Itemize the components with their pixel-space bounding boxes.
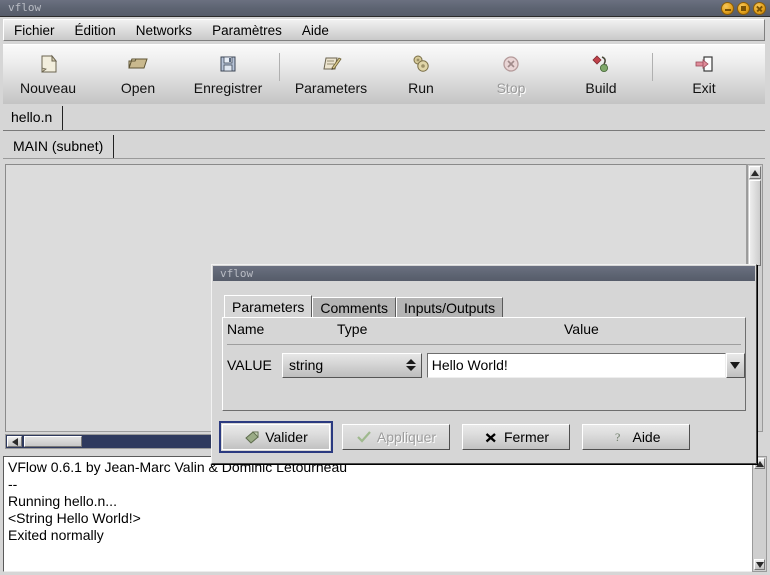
console-output[interactable]: VFlow 0.6.1 by Jean-Marc Valin & Dominic… bbox=[3, 456, 765, 572]
toolbar-separator-2 bbox=[652, 53, 653, 81]
subnet-tab-underline bbox=[3, 158, 765, 159]
table-header-divider bbox=[227, 344, 741, 345]
parameter-value-text: Hello World! bbox=[431, 357, 508, 373]
fermer-button[interactable]: Fermer bbox=[462, 424, 570, 450]
select-spinner-arrows-icon[interactable] bbox=[404, 357, 418, 374]
toolbar-button-nouveau[interactable]: Nouveau bbox=[3, 45, 93, 103]
toolbar-label-run: Run bbox=[408, 80, 434, 96]
toolbar-label-build: Build bbox=[585, 80, 617, 96]
subnet-tab-bar: MAIN (subnet) bbox=[3, 132, 765, 160]
stop-circle-icon bbox=[499, 51, 523, 77]
svg-text:?: ? bbox=[615, 430, 620, 444]
file-tab-bar: hello.n bbox=[3, 104, 765, 132]
aide-button-label: Aide bbox=[632, 429, 661, 445]
validate-tag-icon bbox=[244, 430, 260, 444]
appliquer-button[interactable]: Appliquer bbox=[342, 424, 450, 450]
menu-bar: Fichier Édition Networks Paramètres Aide bbox=[3, 19, 765, 41]
window-title-bar: vflow bbox=[0, 0, 770, 17]
toolbar-button-exit[interactable]: Exit bbox=[659, 45, 749, 103]
parameter-type-selected-value: string bbox=[288, 357, 324, 373]
new-document-icon bbox=[36, 51, 60, 77]
window-title: vflow bbox=[8, 1, 42, 14]
scroll-left-arrow-icon[interactable] bbox=[7, 436, 22, 447]
console-line: -- bbox=[8, 476, 18, 492]
menu-item-aide[interactable]: Aide bbox=[292, 21, 339, 40]
toolbar-label-nouveau: Nouveau bbox=[19, 80, 77, 96]
build-shapes-icon bbox=[589, 51, 613, 77]
toolbar-label-enregistrer: Enregistrer bbox=[193, 80, 263, 96]
help-question-icon: ? bbox=[611, 430, 627, 444]
column-header-type: Type bbox=[337, 321, 368, 337]
minimize-button[interactable] bbox=[721, 2, 734, 15]
fermer-button-label: Fermer bbox=[503, 429, 550, 445]
appliquer-button-label: Appliquer bbox=[376, 429, 437, 445]
open-folder-icon bbox=[126, 51, 150, 77]
window-controls bbox=[721, 2, 766, 15]
table-row: VALUE string Hello World! bbox=[227, 351, 745, 379]
toolbar-label-parameters: Parameters bbox=[294, 80, 368, 96]
parameter-name-value: VALUE bbox=[227, 357, 272, 373]
console-line: Exited normally bbox=[8, 527, 104, 543]
toolbar-label-stop: Stop bbox=[496, 80, 526, 96]
close-button[interactable] bbox=[753, 2, 766, 15]
aide-button[interactable]: ? Aide bbox=[582, 424, 690, 450]
toolbar-button-stop[interactable]: Stop bbox=[466, 45, 556, 103]
parameters-pencil-icon bbox=[319, 51, 343, 77]
toolbar-button-enregistrer[interactable]: Enregistrer bbox=[183, 45, 273, 103]
dialog-title: vflow bbox=[220, 267, 254, 280]
toolbar-label-open: Open bbox=[120, 80, 156, 96]
chevron-down-icon bbox=[730, 361, 741, 369]
file-tab-hello-n[interactable]: hello.n bbox=[5, 106, 64, 130]
main-toolbar: Nouveau Open Enregistrer Parameters Run … bbox=[3, 44, 765, 104]
vertical-scroll-thumb[interactable] bbox=[749, 180, 761, 266]
toolbar-button-parameters[interactable]: Parameters bbox=[286, 45, 376, 103]
toolbar-button-open[interactable]: Open bbox=[93, 45, 183, 103]
parameters-tab-panel: Name Type Value VALUE string Hello World… bbox=[222, 317, 746, 411]
console-line: Running hello.n... bbox=[8, 493, 117, 509]
tab-comments[interactable]: Comments bbox=[312, 297, 397, 319]
valider-button-label: Valider bbox=[265, 429, 308, 445]
console-line: <String Hello World!> bbox=[8, 510, 141, 526]
dialog-body: Parameters Comments Inputs/Outputs Name … bbox=[217, 285, 751, 459]
close-x-icon bbox=[483, 430, 499, 444]
menu-item-fichier[interactable]: Fichier bbox=[4, 21, 65, 40]
menu-item-parametres[interactable]: Paramètres bbox=[202, 21, 292, 40]
exit-door-icon bbox=[692, 51, 716, 77]
tab-parameters[interactable]: Parameters bbox=[224, 295, 313, 319]
dialog-title-bar: vflow bbox=[213, 266, 755, 281]
horizontal-scroll-thumb[interactable] bbox=[24, 436, 82, 447]
apply-check-icon bbox=[356, 430, 372, 444]
tab-inputs-outputs[interactable]: Inputs/Outputs bbox=[396, 297, 504, 319]
console-vertical-scrollbar[interactable] bbox=[752, 456, 767, 572]
maximize-button[interactable] bbox=[737, 2, 750, 15]
parameters-table-header: Name Type Value bbox=[227, 321, 741, 341]
parameter-type-select[interactable]: string bbox=[281, 352, 422, 378]
node-properties-dialog: vflow Parameters Comments Inputs/Outputs… bbox=[211, 264, 757, 464]
scroll-up-arrow-icon[interactable] bbox=[749, 166, 761, 179]
column-header-name: Name bbox=[227, 321, 265, 337]
dialog-button-row: Valider Appliquer Fermer ? Aide bbox=[219, 421, 749, 453]
toolbar-button-build[interactable]: Build bbox=[556, 45, 646, 103]
file-tab-underline bbox=[3, 130, 765, 131]
toolbar-separator-1 bbox=[279, 53, 280, 81]
run-gears-icon bbox=[409, 51, 433, 77]
toolbar-button-run[interactable]: Run bbox=[376, 45, 466, 103]
column-header-value: Value bbox=[564, 321, 599, 337]
parameter-value-input[interactable]: Hello World! bbox=[426, 352, 726, 378]
console-scroll-down-arrow-icon[interactable] bbox=[754, 559, 765, 570]
valider-button[interactable]: Valider bbox=[219, 421, 333, 453]
save-floppy-icon bbox=[216, 51, 240, 77]
vflow-application-window: vflow Fichier Édition Networks Paramètre… bbox=[0, 0, 770, 575]
dialog-tab-bar: Parameters Comments Inputs/Outputs bbox=[224, 295, 504, 319]
toolbar-label-exit: Exit bbox=[692, 80, 716, 96]
menu-item-networks[interactable]: Networks bbox=[126, 21, 202, 40]
menu-item-edition[interactable]: Édition bbox=[65, 21, 126, 40]
parameter-value-dropdown-button[interactable] bbox=[725, 352, 745, 378]
subnet-tab-main[interactable]: MAIN (subnet) bbox=[7, 135, 115, 158]
